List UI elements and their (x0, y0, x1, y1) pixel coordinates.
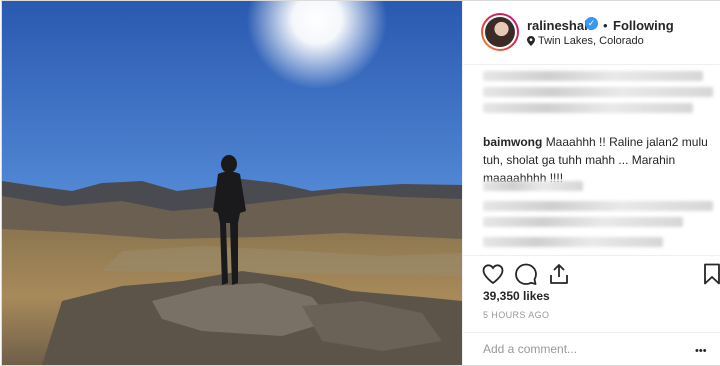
share-icon[interactable] (547, 262, 571, 286)
blurred-comment-line (483, 181, 583, 191)
comment-bubble-icon[interactable] (514, 262, 538, 286)
bookmark-icon[interactable] (700, 262, 720, 286)
blurred-comment-line (483, 71, 703, 81)
blurred-comment-line (483, 217, 683, 227)
post-header: ralineshah ✓ • Following Twin Lakes, Col… (463, 1, 720, 65)
avatar-ring (483, 15, 517, 49)
blurred-comment-line (483, 87, 713, 97)
separator-dot: • (603, 18, 608, 33)
blurred-comment-line (483, 201, 713, 211)
avatar-image (485, 17, 515, 47)
location-pin-icon (527, 36, 535, 46)
action-bar: 39,350 likes 5 HOURS AGO ••• (463, 255, 720, 365)
more-options-icon[interactable]: ••• (695, 345, 707, 357)
comment-item: baimwong Maaahhh !! Raline jalan2 mulu t… (483, 133, 708, 187)
following-button[interactable]: Following (613, 18, 674, 33)
landscape-image (2, 1, 462, 365)
blurred-comment-line (483, 237, 663, 247)
comment-username[interactable]: baimwong (483, 135, 542, 149)
username-link[interactable]: ralineshah (527, 18, 592, 33)
post-card: ralineshah ✓ • Following Twin Lakes, Col… (1, 0, 720, 366)
comment-input[interactable] (481, 341, 685, 357)
post-photo[interactable] (2, 1, 462, 365)
add-comment-bar: ••• (463, 332, 720, 365)
location-link[interactable]: Twin Lakes, Colorado (538, 35, 644, 47)
post-sidebar: ralineshah ✓ • Following Twin Lakes, Col… (462, 1, 720, 365)
blurred-comment-line (483, 103, 693, 113)
post-timestamp[interactable]: 5 HOURS AGO (483, 310, 549, 320)
like-count[interactable]: 39,350 likes (483, 289, 550, 303)
heart-icon[interactable] (481, 262, 505, 286)
avatar[interactable] (481, 13, 519, 51)
verified-badge-icon: ✓ (585, 17, 598, 30)
comments-area: baimwong Maaahhh !! Raline jalan2 mulu t… (463, 65, 720, 255)
